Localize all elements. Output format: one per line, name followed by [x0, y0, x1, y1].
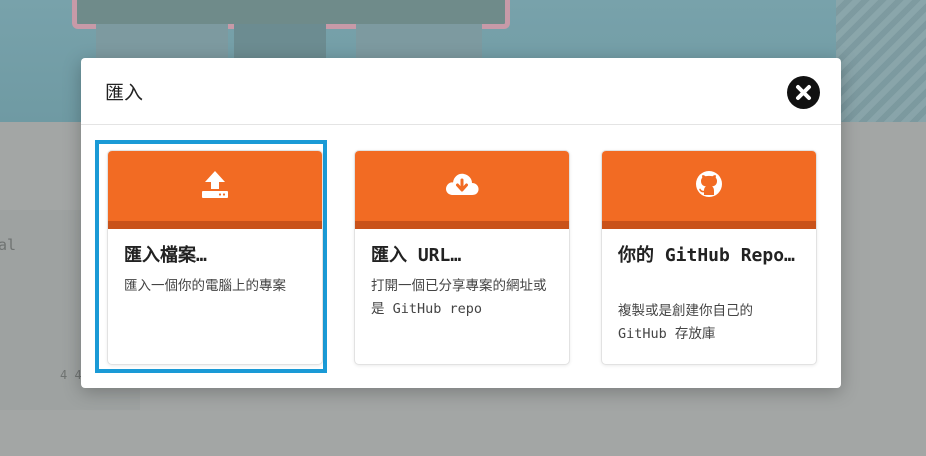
card-stripe — [602, 221, 816, 229]
background-partial-text: al — [0, 236, 17, 254]
import-file-card[interactable]: 匯入檔案… 匯入一個你的電腦上的專案 — [107, 150, 323, 365]
background-block — [356, 24, 482, 58]
dialog-title: 匯入 — [105, 82, 144, 104]
background-block — [96, 24, 228, 58]
close-button[interactable] — [787, 76, 820, 109]
github-icon — [602, 169, 816, 203]
background-partial-text: 4 4 — [60, 368, 82, 382]
card-stripe — [108, 221, 322, 229]
card-title: 你的 GitHub Repo… — [618, 245, 795, 266]
card-description: 匯入一個你的電腦上的專案 — [124, 278, 286, 294]
cloud-download-icon — [355, 169, 569, 203]
import-dialog: 匯入 匯入檔案… 匯入一個你的電腦上的專案 匯入 URL… 打開一個已分享專案的… — [81, 58, 841, 388]
import-url-card[interactable]: 匯入 URL… 打開一個已分享專案的網址或是 GitHub repo — [354, 150, 570, 365]
close-icon — [796, 85, 811, 100]
card-description: 複製或是創建你自己的 GitHub 存放庫 — [618, 303, 753, 342]
card-stripe — [355, 221, 569, 229]
card-title: 匯入 URL… — [371, 245, 462, 266]
dialog-header: 匯入 — [81, 58, 841, 125]
github-repo-card[interactable]: 你的 GitHub Repo… 複製或是創建你自己的 GitHub 存放庫 — [601, 150, 817, 365]
card-title: 匯入檔案… — [124, 245, 207, 266]
background-tree — [836, 0, 926, 122]
background-block — [234, 24, 326, 58]
upload-icon — [108, 169, 322, 203]
card-description: 打開一個已分享專案的網址或是 GitHub repo — [371, 278, 547, 317]
